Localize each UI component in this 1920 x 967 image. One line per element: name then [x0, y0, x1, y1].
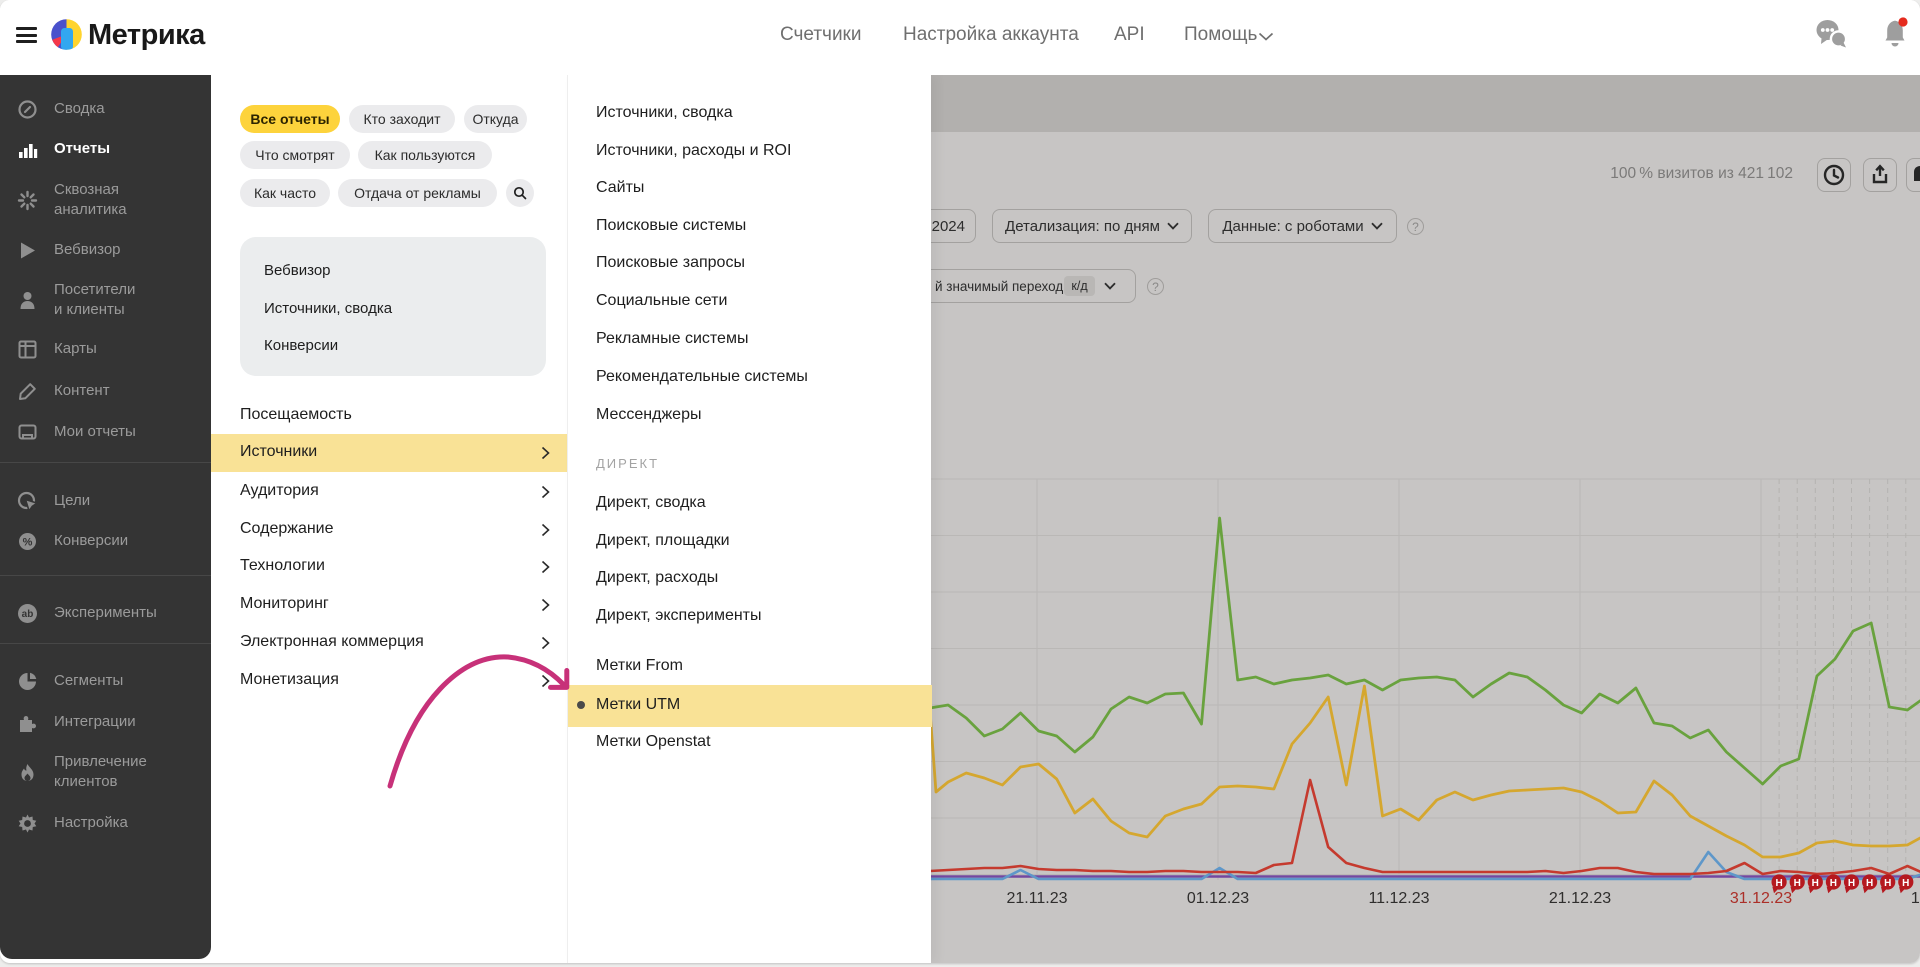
svg-text:21.12.23: 21.12.23	[1549, 890, 1611, 907]
svg-text:31.12.23: 31.12.23	[1730, 890, 1792, 907]
svg-text:01.12.23: 01.12.23	[1187, 890, 1249, 907]
svg-text:Н: Н	[1866, 878, 1873, 889]
svg-text:ab: ab	[22, 609, 34, 620]
svg-text:%: %	[23, 537, 33, 549]
svg-text:21.11.23: 21.11.23	[1006, 890, 1067, 907]
svg-text:10.01.24: 10.01.24	[1911, 890, 1920, 907]
svg-text:Н: Н	[1775, 878, 1782, 889]
svg-text:Н: Н	[1848, 878, 1855, 889]
svg-text:Н: Н	[1884, 878, 1891, 889]
svg-text:Н: Н	[1812, 878, 1819, 889]
svg-text:Н: Н	[1794, 878, 1801, 889]
svg-text:Н: Н	[1830, 878, 1837, 889]
svg-text:Н: Н	[1902, 878, 1909, 889]
svg-text:11.12.23: 11.12.23	[1368, 890, 1429, 907]
